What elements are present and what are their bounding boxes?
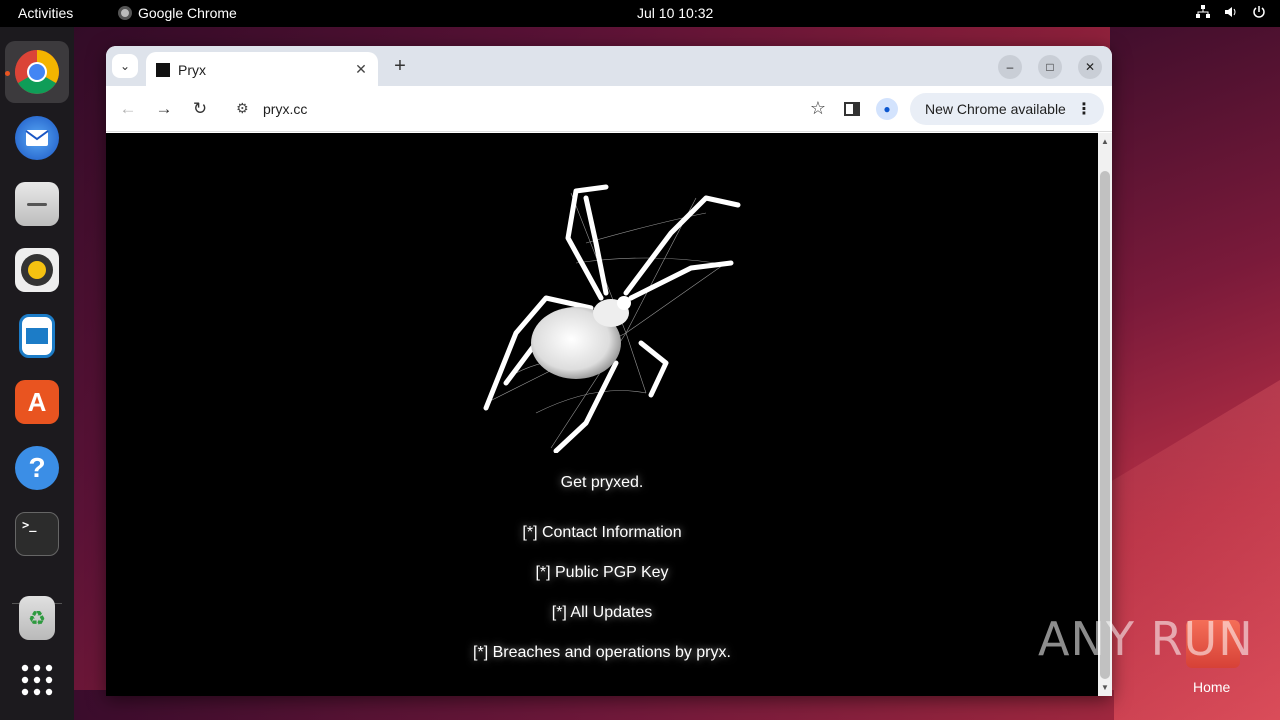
tagline: Get pryxed. xyxy=(560,474,644,491)
chrome-small-icon xyxy=(118,6,132,20)
new-tab-button[interactable]: + xyxy=(388,54,412,78)
toolbar: ← → ↻ ⚙ pryx.cc ☆ ● New Chrome available… xyxy=(106,86,1112,132)
dock-rhythmbox[interactable] xyxy=(5,239,69,301)
site-info-icon[interactable]: ⚙ xyxy=(236,100,249,117)
update-label: New Chrome available xyxy=(925,101,1066,117)
tab-title: Pryx xyxy=(178,62,206,78)
document-icon xyxy=(19,314,55,358)
grid-icon xyxy=(21,664,53,696)
tab-strip: ⌄ Pryx ✕ + – □ ✕ xyxy=(106,46,1112,86)
close-window-button[interactable]: ✕ xyxy=(1078,55,1102,79)
power-icon xyxy=(1252,5,1266,22)
link-contact-information[interactable]: [*] Contact Information xyxy=(106,524,1098,542)
link-all-updates[interactable]: [*] All Updates xyxy=(106,604,1098,622)
app-menu-label: Google Chrome xyxy=(138,5,237,21)
person-icon: ● xyxy=(883,102,891,116)
scrollbar-thumb[interactable] xyxy=(1100,171,1110,679)
dock-thunderbird[interactable] xyxy=(5,107,69,169)
help-icon: ? xyxy=(15,446,59,490)
home-folder-label: Home xyxy=(1193,679,1231,695)
dock-app-center[interactable]: A xyxy=(5,371,69,433)
chrome-window: ⌄ Pryx ✕ + – □ ✕ ← → ↻ ⚙ pryx.cc ☆ ● New… xyxy=(106,46,1112,696)
bookmark-star-icon[interactable]: ☆ xyxy=(810,98,826,119)
dock-app-grid[interactable] xyxy=(5,649,69,711)
link-public-pgp-key[interactable]: [*] Public PGP Key xyxy=(106,564,1098,582)
app-menu[interactable]: Google Chrome xyxy=(118,5,237,21)
minimize-button[interactable]: – xyxy=(998,55,1022,79)
running-indicator xyxy=(5,71,10,76)
side-panel-icon xyxy=(844,102,860,116)
side-panel-button[interactable] xyxy=(841,98,863,120)
volume-icon xyxy=(1224,5,1238,22)
dock: A ? >_ ♻ xyxy=(0,27,74,720)
chrome-icon xyxy=(15,50,59,94)
kebab-menu-icon[interactable]: ⋮ xyxy=(1076,99,1092,119)
tab-pryx[interactable]: Pryx ✕ xyxy=(146,52,378,86)
reload-button[interactable]: ↻ xyxy=(188,98,212,120)
scroll-down-arrow-icon[interactable]: ▼ xyxy=(1101,683,1109,692)
chevron-down-icon: ⌄ xyxy=(119,59,131,73)
profile-button[interactable]: ● xyxy=(876,98,898,120)
dock-chrome[interactable] xyxy=(5,41,69,103)
terminal-icon: >_ xyxy=(15,512,59,556)
arrow-left-icon: ← xyxy=(119,99,137,118)
url-text: pryx.cc xyxy=(263,101,308,117)
speaker-icon xyxy=(15,248,59,292)
watermark: ANY RUN xyxy=(1038,612,1254,666)
top-bar: Activities Google Chrome Jul 10 10:32 xyxy=(0,0,1280,27)
dock-writer[interactable] xyxy=(5,305,69,367)
forward-button[interactable]: → xyxy=(152,98,176,120)
dock-terminal[interactable]: >_ xyxy=(5,503,69,565)
mail-icon xyxy=(15,116,59,160)
activities-button[interactable]: Activities xyxy=(18,5,73,21)
back-button[interactable]: ← xyxy=(116,98,140,120)
folder-icon xyxy=(15,182,59,226)
spider-logo xyxy=(483,184,741,453)
dock-files[interactable] xyxy=(5,173,69,235)
trash-icon: ♻ xyxy=(19,596,55,640)
link-breaches-operations[interactable]: [*] Breaches and operations by pryx. xyxy=(106,644,1098,662)
address-bar[interactable]: ⚙ pryx.cc ☆ xyxy=(226,93,826,125)
tab-search-button[interactable]: ⌄ xyxy=(112,54,138,78)
page-viewport: Get pryxed. [*] Contact Information [*] … xyxy=(106,133,1098,696)
close-tab-button[interactable]: ✕ xyxy=(352,60,370,78)
store-icon: A xyxy=(15,380,59,424)
scroll-up-arrow-icon[interactable]: ▲ xyxy=(1101,137,1109,146)
system-tray[interactable] xyxy=(1196,5,1266,22)
clock[interactable]: Jul 10 10:32 xyxy=(637,5,713,21)
arrow-right-icon: → xyxy=(155,99,173,118)
dock-trash[interactable]: ♻ xyxy=(5,587,69,649)
maximize-button[interactable]: □ xyxy=(1038,55,1062,79)
site-favicon xyxy=(156,63,170,77)
reload-icon: ↻ xyxy=(192,99,208,118)
update-chrome-button[interactable]: New Chrome available ⋮ xyxy=(910,93,1104,125)
dock-help[interactable]: ? xyxy=(5,437,69,499)
network-icon xyxy=(1196,5,1210,22)
